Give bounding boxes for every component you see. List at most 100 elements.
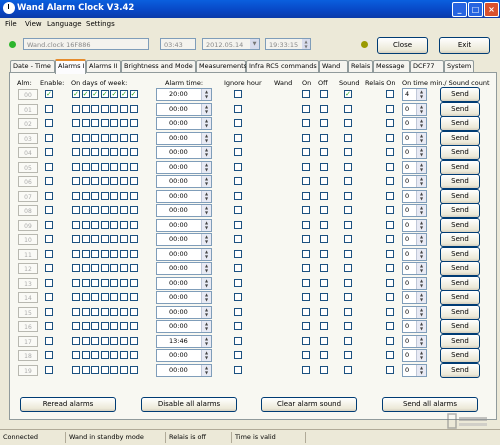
day-checkbox[interactable] — [91, 148, 100, 156]
sound-count-input[interactable]: 0 ▲ ▼ — [402, 334, 427, 348]
day-checkbox[interactable] — [91, 133, 100, 142]
day-checkbox[interactable] — [129, 206, 138, 214]
relais-on-checkbox[interactable] — [386, 133, 394, 142]
day-checkbox[interactable] — [81, 307, 90, 316]
day-checkbox[interactable] — [129, 307, 138, 316]
send-alarm-button[interactable]: Send — [440, 275, 480, 291]
wand-on-checkbox[interactable] — [302, 177, 310, 185]
day-checkbox[interactable] — [100, 351, 109, 359]
wand-on-checkbox[interactable] — [302, 336, 310, 345]
enable-checkbox[interactable] — [45, 336, 53, 345]
day-checkbox[interactable] — [81, 119, 90, 127]
wand-on-checkbox[interactable] — [302, 264, 310, 272]
alarm-time-input[interactable]: 00:00 ▲ ▼ — [156, 349, 212, 362]
spinner-icon[interactable]: ▲ ▼ — [201, 350, 211, 361]
day-checkbox[interactable] — [91, 249, 100, 258]
ignore-hour-checkbox[interactable] — [234, 235, 242, 243]
sound-count-input[interactable]: 0 ▲ ▼ — [402, 233, 427, 246]
ignore-hour-checkbox[interactable] — [234, 191, 242, 200]
wand-on-checkbox[interactable] — [302, 220, 310, 229]
relais-on-checkbox[interactable] — [386, 264, 394, 272]
send-alarm-button[interactable]: Send — [440, 246, 480, 262]
spinner-icon[interactable]: ▲ ▼ — [201, 364, 211, 376]
day-checkbox[interactable] — [100, 336, 109, 345]
day-checkbox[interactable] — [81, 133, 90, 142]
day-checkbox[interactable] — [100, 162, 109, 171]
spinner-icon[interactable]: ▲ ▼ — [416, 248, 426, 260]
spinner-icon[interactable]: ▲ ▼ — [201, 161, 211, 173]
sound-checkbox[interactable] — [344, 220, 352, 229]
menu-language[interactable]: Language — [47, 20, 82, 28]
enable-checkbox[interactable] — [45, 307, 53, 316]
day-checkbox[interactable] — [120, 90, 128, 98]
day-checkbox[interactable] — [100, 133, 109, 142]
enable-checkbox[interactable] — [45, 249, 53, 258]
wand-off-checkbox[interactable] — [320, 119, 328, 127]
spinner-icon[interactable]: ▲ ▼ — [201, 277, 211, 289]
wand-off-checkbox[interactable] — [320, 293, 328, 301]
sound-count-input[interactable]: 0 ▲ ▼ — [402, 262, 427, 275]
send-alarm-button[interactable]: Send — [440, 290, 480, 305]
alarm-time-input[interactable]: 00:00 ▲ ▼ — [156, 204, 212, 217]
relais-on-checkbox[interactable] — [386, 293, 394, 301]
ignore-hour-checkbox[interactable] — [234, 104, 242, 113]
day-checkbox[interactable] — [91, 177, 100, 185]
relais-on-checkbox[interactable] — [386, 235, 394, 243]
send-alarm-button[interactable]: Send — [440, 203, 480, 218]
day-checkbox[interactable] — [81, 177, 90, 185]
time-full-field[interactable]: 19:33:15 ▲ ▼ — [265, 38, 311, 50]
alarm-time-input[interactable]: 00:00 ▲ ▼ — [156, 291, 212, 304]
enable-checkbox[interactable] — [45, 322, 53, 330]
spinner-icon[interactable]: ▲ ▼ — [416, 89, 426, 100]
day-checkbox[interactable] — [120, 220, 128, 229]
spinner-icon[interactable]: ▲ ▼ — [416, 118, 426, 129]
day-checkbox[interactable] — [81, 206, 90, 214]
relais-on-checkbox[interactable] — [386, 351, 394, 359]
day-checkbox[interactable] — [110, 206, 119, 214]
day-checkbox[interactable] — [129, 162, 138, 171]
wand-on-checkbox[interactable] — [302, 191, 310, 200]
sound-count-input[interactable]: 0 ▲ ▼ — [402, 218, 427, 232]
alarm-time-input[interactable]: 00:00 ▲ ▼ — [156, 218, 212, 232]
relais-on-checkbox[interactable] — [386, 148, 394, 156]
day-checkbox[interactable] — [100, 249, 109, 258]
day-checkbox[interactable] — [120, 365, 128, 374]
menu-view[interactable]: View — [25, 20, 42, 28]
day-checkbox[interactable] — [72, 133, 80, 142]
day-checkbox[interactable] — [129, 264, 138, 272]
day-checkbox[interactable] — [91, 90, 100, 98]
alarm-time-input[interactable]: 20:00 ▲ ▼ — [156, 88, 212, 101]
day-checkbox[interactable] — [120, 119, 128, 127]
relais-on-checkbox[interactable] — [386, 90, 394, 98]
wand-on-checkbox[interactable] — [302, 278, 310, 287]
tab-infra-rc5-commands[interactable]: Infra RC5 commands — [246, 60, 319, 72]
sound-checkbox[interactable] — [344, 235, 352, 243]
day-checkbox[interactable] — [120, 351, 128, 359]
sound-checkbox[interactable] — [344, 162, 352, 171]
wand-off-checkbox[interactable] — [320, 162, 328, 171]
day-checkbox[interactable] — [72, 322, 80, 330]
clear-alarm-sound-button[interactable]: Clear alarm sound — [261, 397, 357, 412]
ignore-hour-checkbox[interactable] — [234, 220, 242, 229]
ignore-hour-checkbox[interactable] — [234, 351, 242, 359]
day-checkbox[interactable] — [72, 351, 80, 359]
window-close-button[interactable]: × — [484, 2, 499, 17]
day-checkbox[interactable] — [91, 191, 100, 200]
send-alarm-button[interactable]: Send — [440, 116, 480, 131]
sound-checkbox[interactable] — [344, 90, 352, 98]
spinner-icon[interactable]: ▲ ▼ — [416, 350, 426, 361]
wand-off-checkbox[interactable] — [320, 264, 328, 272]
day-checkbox[interactable] — [72, 148, 80, 156]
enable-checkbox[interactable] — [45, 162, 53, 171]
send-alarm-button[interactable]: Send — [440, 232, 480, 247]
day-checkbox[interactable] — [72, 307, 80, 316]
enable-checkbox[interactable] — [45, 365, 53, 374]
sound-count-input[interactable]: 0 ▲ ▼ — [402, 102, 427, 116]
sound-checkbox[interactable] — [344, 206, 352, 214]
day-checkbox[interactable] — [91, 220, 100, 229]
ignore-hour-checkbox[interactable] — [234, 322, 242, 330]
wand-off-checkbox[interactable] — [320, 307, 328, 316]
ignore-hour-checkbox[interactable] — [234, 249, 242, 258]
day-checkbox[interactable] — [120, 322, 128, 330]
spinner-icon[interactable]: ▲ ▼ — [416, 219, 426, 231]
